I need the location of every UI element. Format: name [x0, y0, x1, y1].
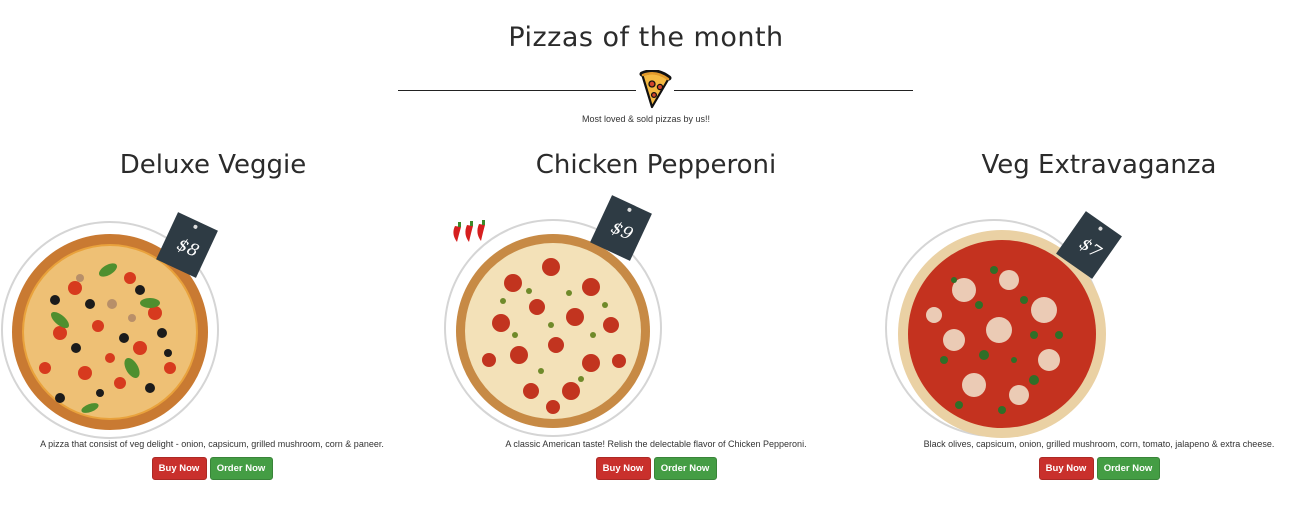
pizza-description: Black olives, capsicum, onion, grilled m…: [923, 439, 1275, 449]
order-now-button[interactable]: Order Now: [1096, 457, 1160, 480]
divider-right: [674, 90, 913, 91]
pizza-deluxe-veggie-image: $8: [1, 212, 219, 439]
pizza-slice-icon: [639, 70, 672, 109]
pizza-name: Chicken Pepperoni: [535, 150, 777, 180]
pizza-chicken-pepperoni-image: $9: [444, 195, 662, 437]
buy-now-button[interactable]: Buy Now: [595, 457, 651, 480]
buy-now-button[interactable]: Buy Now: [151, 457, 207, 480]
pizza-description: A pizza that consist of veg delight - on…: [40, 439, 384, 449]
section-subtitle: Most loved & sold pizzas by us!!: [581, 114, 711, 124]
buy-now-button[interactable]: Buy Now: [1038, 457, 1094, 480]
order-now-button[interactable]: Order Now: [209, 457, 273, 480]
order-now-button[interactable]: Order Now: [653, 457, 717, 480]
pizza-veg-extravaganza-image: $7: [885, 211, 1122, 438]
pizza-name: Veg Extravaganza: [981, 150, 1217, 180]
pizza-card-veg-extravaganza: Veg Extravaganza $7 Black olives, capsic…: [884, 150, 1292, 490]
pizza-name: Deluxe Veggie: [119, 150, 307, 180]
pizza-card-deluxe-veggie: Deluxe Veggie $8 A pizza that consist of…: [0, 150, 430, 490]
pizza-card-chicken-pepperoni: Chicken Pepperoni $9 A classic American …: [441, 150, 871, 490]
section-title: Pizzas of the month: [508, 22, 784, 53]
divider-left: [398, 90, 636, 91]
pizza-description: A classic American taste! Relish the del…: [505, 439, 807, 449]
